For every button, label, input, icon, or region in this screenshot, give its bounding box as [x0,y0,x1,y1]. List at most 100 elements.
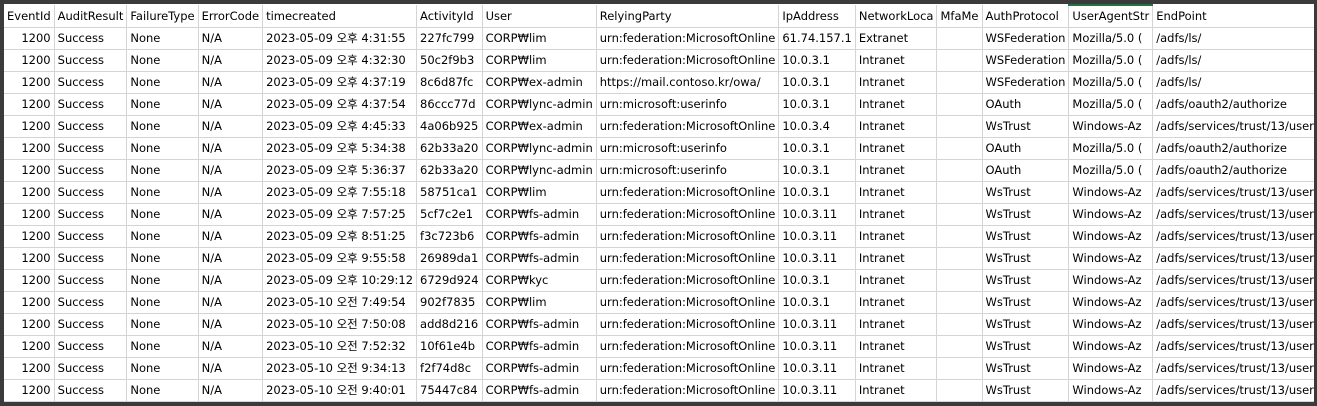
table-cell[interactable]: N/A [198,203,264,226]
table-cell[interactable]: Success [54,313,128,336]
table-cell[interactable]: 8c6d87fc [416,71,483,94]
table-cell[interactable]: /adfs/oauth2/authorize [1152,137,1314,160]
table-cell[interactable]: urn:federation:MicrosoftOnline [596,291,780,314]
table-cell[interactable]: 2023-05-09 오후 10:29:12 [262,269,418,292]
table-cell[interactable]: /adfs/services/trust/13/usernamemixed [1152,357,1314,380]
table-cell[interactable]: 2023-05-10 오전 7:49:54 [262,291,418,314]
table-cell[interactable]: Success [54,49,128,72]
table-cell[interactable]: 10.0.3.4 [778,115,856,138]
table-cell[interactable]: N/A [198,269,264,292]
table-cell[interactable]: Windows-Az [1068,379,1154,402]
table-cell[interactable]: 58751ca1 [416,181,483,204]
table-cell[interactable]: urn:microsoft:userinfo [596,137,780,160]
table-cell[interactable]: Success [54,379,128,402]
table-cell[interactable]: WSFederation [982,49,1070,72]
table-cell[interactable]: 10.0.3.11 [778,203,856,226]
table-cell[interactable] [936,49,983,72]
table-cell[interactable] [936,379,983,402]
header-cell[interactable]: ActivityId [416,5,483,28]
table-cell[interactable]: Windows-Az [1068,115,1154,138]
table-cell[interactable]: Success [54,203,128,226]
table-cell[interactable]: Intranet [855,71,938,94]
table-cell[interactable]: CORP₩kyc [482,269,597,292]
table-cell[interactable]: 10.0.3.11 [778,313,856,336]
table-cell[interactable]: /adfs/services/trust/13/usernamemixed [1152,203,1314,226]
table-cell[interactable]: urn:federation:MicrosoftOnline [596,27,780,50]
table-cell[interactable]: Intranet [855,291,938,314]
table-cell[interactable]: Intranet [855,379,938,402]
table-cell[interactable]: Success [54,247,128,270]
table-cell[interactable]: 2023-05-09 오후 9:55:58 [262,247,418,270]
header-cell[interactable]: RelyingParty [596,5,780,28]
table-cell[interactable]: Success [54,71,128,94]
table-cell[interactable]: 10.0.3.11 [778,247,856,270]
table-cell[interactable]: WSFederation [982,27,1070,50]
table-cell[interactable]: Success [54,357,128,380]
table-cell[interactable] [936,159,983,182]
table-cell[interactable]: WsTrust [982,181,1070,204]
table-cell[interactable]: 1200 [4,49,55,72]
table-cell[interactable]: 2023-05-10 오전 7:52:32 [262,335,418,358]
table-cell[interactable]: 10.0.3.1 [778,269,856,292]
table-cell[interactable] [936,335,983,358]
table-cell[interactable]: None [126,357,199,380]
table-cell[interactable]: None [126,115,199,138]
table-cell[interactable]: N/A [198,291,264,314]
table-cell[interactable]: None [126,27,199,50]
table-cell[interactable]: /adfs/services/trust/13/usernamemixed [1152,379,1314,402]
table-cell[interactable]: 902f7835 [416,291,483,314]
table-cell[interactable]: urn:federation:MicrosoftOnline [596,181,780,204]
table-cell[interactable]: 50c2f9b3 [416,49,483,72]
table-cell[interactable]: urn:federation:MicrosoftOnline [596,247,780,270]
table-cell[interactable]: CORP₩fs-admin [482,225,597,248]
table-cell[interactable]: 10.0.3.1 [778,181,856,204]
table-cell[interactable]: N/A [198,335,264,358]
table-cell[interactable]: urn:federation:MicrosoftOnline [596,379,780,402]
table-cell[interactable]: Mozilla/5.0 ( [1068,137,1154,160]
table-cell[interactable] [936,115,983,138]
table-cell[interactable]: 5cf7c2e1 [416,203,483,226]
table-cell[interactable]: urn:federation:MicrosoftOnline [596,313,780,336]
table-cell[interactable]: N/A [198,137,264,160]
table-cell[interactable]: CORP₩ex-admin [482,71,597,94]
table-cell[interactable]: 10.0.3.11 [778,335,856,358]
table-cell[interactable]: Windows-Az [1068,181,1154,204]
table-cell[interactable]: WsTrust [982,379,1070,402]
table-cell[interactable]: None [126,137,199,160]
table-cell[interactable]: CORP₩ex-admin [482,115,597,138]
table-cell[interactable]: None [126,291,199,314]
table-cell[interactable]: WsTrust [982,247,1070,270]
header-cell[interactable]: EndPoint [1152,5,1314,28]
table-cell[interactable]: 1200 [4,357,55,380]
table-cell[interactable]: /adfs/oauth2/authorize [1152,159,1314,182]
table-cell[interactable]: CORP₩lim [482,49,597,72]
table-cell[interactable]: Intranet [855,225,938,248]
table-cell[interactable] [936,181,983,204]
table-cell[interactable]: None [126,181,199,204]
table-cell[interactable]: urn:federation:MicrosoftOnline [596,49,780,72]
table-cell[interactable]: 1200 [4,93,55,116]
table-cell[interactable]: 1200 [4,181,55,204]
header-cell[interactable]: AuditResult [54,5,128,28]
table-cell[interactable]: Windows-Az [1068,225,1154,248]
table-cell[interactable]: N/A [198,115,264,138]
table-cell[interactable]: urn:federation:MicrosoftOnline [596,203,780,226]
table-cell[interactable]: None [126,203,199,226]
table-cell[interactable]: 2023-05-10 오전 9:40:01 [262,379,418,402]
table-cell[interactable]: f2f74d8c [416,357,483,380]
table-cell[interactable]: 2023-05-10 오전 9:34:13 [262,357,418,380]
table-cell[interactable]: Mozilla/5.0 ( [1068,71,1154,94]
table-cell[interactable]: /adfs/services/trust/13/usernamemixed [1152,335,1314,358]
table-cell[interactable]: WsTrust [982,313,1070,336]
table-cell[interactable]: None [126,269,199,292]
header-cell[interactable]: UserAgentStr [1068,4,1154,28]
table-cell[interactable]: Windows-Az [1068,247,1154,270]
table-cell[interactable]: CORP₩lync-admin [482,93,597,116]
table-cell[interactable]: 10.0.3.1 [778,137,856,160]
header-cell[interactable]: ErrorCode [198,5,264,28]
table-cell[interactable]: add8d216 [416,313,483,336]
header-cell[interactable]: AuthProtocol [982,5,1070,28]
table-cell[interactable] [936,203,983,226]
table-cell[interactable]: 10.0.3.11 [778,225,856,248]
table-cell[interactable]: 2023-05-09 오후 7:57:25 [262,203,418,226]
